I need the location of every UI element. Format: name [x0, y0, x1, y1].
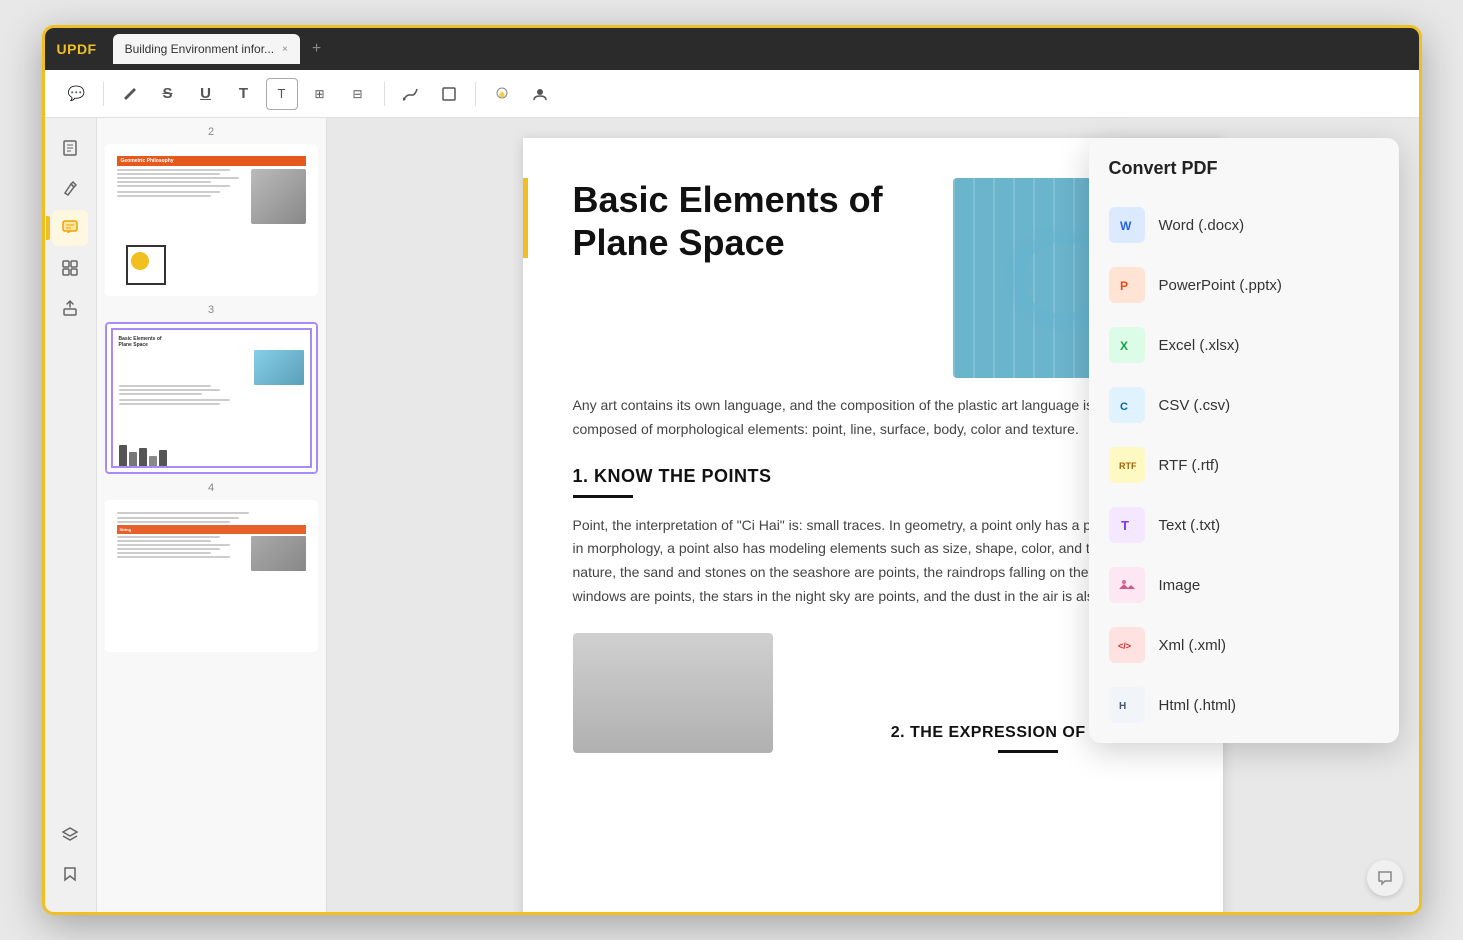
convert-html[interactable]: H Html (.html): [1089, 675, 1399, 735]
svg-text:RTF: RTF: [1119, 461, 1137, 471]
text-icon: T: [1109, 507, 1145, 543]
separator-1: [103, 82, 104, 106]
toolbar: 💬 S U T T ⊞ ⊟: [45, 70, 1419, 118]
separator-3: [475, 82, 476, 106]
pdf-section-1-body: Point, the interpretation of "Ci Hai" is…: [573, 514, 1173, 609]
separator-2: [384, 82, 385, 106]
section-2-area: 2. THE EXPRESSION OF THE DOT: [573, 633, 1173, 753]
rtf-label: RTF (.rtf): [1159, 457, 1220, 474]
sidebar-icon-organize[interactable]: [52, 250, 88, 286]
thumbnail-page-3[interactable]: Basic Elements ofPlane Space: [105, 322, 318, 474]
html-label: Html (.html): [1159, 697, 1237, 714]
pen-tool[interactable]: [114, 78, 146, 110]
xml-icon: </>: [1109, 627, 1145, 663]
rtf-icon: RTF: [1109, 447, 1145, 483]
thumbnail-page-2[interactable]: Geometric Philosophy: [105, 144, 318, 296]
tab-title: Building Environment infor...: [125, 42, 274, 56]
image-label: Image: [1159, 577, 1201, 594]
title-bar: UPDF Building Environment infor... × +: [45, 28, 1419, 70]
svg-text:</>: </>: [1118, 641, 1131, 651]
left-sidebar: [45, 118, 97, 912]
pdf-body-paragraph: Any art contains its own language, and t…: [573, 394, 1173, 442]
thumb-page-2-label: 2: [105, 126, 318, 138]
convert-ppt[interactable]: P PowerPoint (.pptx): [1089, 255, 1399, 315]
main-area: 2 Geometric Philosophy: [45, 118, 1419, 912]
section-2-underline: [998, 750, 1058, 753]
convert-text[interactable]: T Text (.txt): [1089, 495, 1399, 555]
pdf-section-1-title: 1. KNOW THE POINTS: [573, 466, 1173, 487]
word-label: Word (.docx): [1159, 217, 1245, 234]
convert-rtf[interactable]: RTF RTF (.rtf): [1089, 435, 1399, 495]
sidebar-icon-bookmark[interactable]: [52, 856, 88, 892]
excel-icon: X: [1109, 327, 1145, 363]
convert-word[interactable]: W Word (.docx): [1089, 195, 1399, 255]
sidebar-icon-annotate[interactable]: [52, 210, 88, 246]
sidebar-bottom: [52, 816, 88, 900]
svg-text:C: C: [1120, 401, 1128, 413]
app-logo: UPDF: [57, 41, 97, 57]
svg-text:P: P: [1120, 279, 1128, 293]
xml-label: Xml (.xml): [1159, 637, 1227, 654]
chat-button[interactable]: [1367, 860, 1403, 896]
active-tab[interactable]: Building Environment infor... ×: [113, 34, 300, 64]
text-format-tool[interactable]: T: [266, 78, 298, 110]
user-menu[interactable]: [524, 78, 556, 110]
textbox-tool[interactable]: ⊞: [304, 78, 336, 110]
svg-text:W: W: [1120, 219, 1132, 233]
sidebar-icon-page-view[interactable]: [52, 130, 88, 166]
strikethrough-tool[interactable]: S: [152, 78, 184, 110]
table-tool[interactable]: ⊟: [342, 78, 374, 110]
ppt-label: PowerPoint (.pptx): [1159, 277, 1282, 294]
excel-label: Excel (.xlsx): [1159, 337, 1240, 354]
image-icon: [1109, 567, 1145, 603]
convert-pdf-panel: Convert PDF W Word (.docx) P PowerPoint …: [1089, 138, 1399, 743]
thumbnail-panel: 2 Geometric Philosophy: [97, 118, 327, 912]
section-underline: [573, 495, 633, 498]
text-tool[interactable]: T: [228, 78, 260, 110]
convert-image[interactable]: Image: [1089, 555, 1399, 615]
draw-tool[interactable]: [395, 78, 427, 110]
tab-close-button[interactable]: ×: [282, 44, 288, 55]
sidebar-icon-edit[interactable]: [52, 170, 88, 206]
convert-xml[interactable]: </> Xml (.xml): [1089, 615, 1399, 675]
thumbnail-page-4[interactable]: String: [105, 500, 318, 652]
convert-csv[interactable]: C CSV (.csv): [1089, 375, 1399, 435]
sidebar-icon-layers[interactable]: [52, 816, 88, 852]
ppt-icon: P: [1109, 267, 1145, 303]
svg-text:T: T: [1121, 518, 1129, 533]
section-2-left: [573, 633, 863, 753]
comment-tool[interactable]: 💬: [61, 78, 93, 110]
svg-text:H: H: [1119, 701, 1126, 712]
new-tab-button[interactable]: +: [312, 40, 321, 58]
pdf-content-area: Basic Elements of Plane Space Any art co…: [327, 118, 1419, 912]
thumb-page-4-label: 4: [105, 482, 318, 494]
convert-panel-title: Convert PDF: [1089, 158, 1399, 195]
app-window: UPDF Building Environment infor... × + 💬…: [42, 25, 1422, 915]
csv-label: CSV (.csv): [1159, 397, 1231, 414]
thumb-page-3-label: 3: [105, 304, 318, 316]
page-accent: [523, 178, 528, 258]
color-tool[interactable]: [486, 78, 518, 110]
text-label: Text (.txt): [1159, 517, 1221, 534]
html-icon: H: [1109, 687, 1145, 723]
sidebar-icon-export[interactable]: [52, 290, 88, 326]
convert-excel[interactable]: X Excel (.xlsx): [1089, 315, 1399, 375]
section-2-image: [573, 633, 773, 753]
csv-icon: C: [1109, 387, 1145, 423]
svg-text:X: X: [1120, 339, 1128, 353]
underline-tool[interactable]: U: [190, 78, 222, 110]
shape-tool[interactable]: [433, 78, 465, 110]
word-icon: W: [1109, 207, 1145, 243]
